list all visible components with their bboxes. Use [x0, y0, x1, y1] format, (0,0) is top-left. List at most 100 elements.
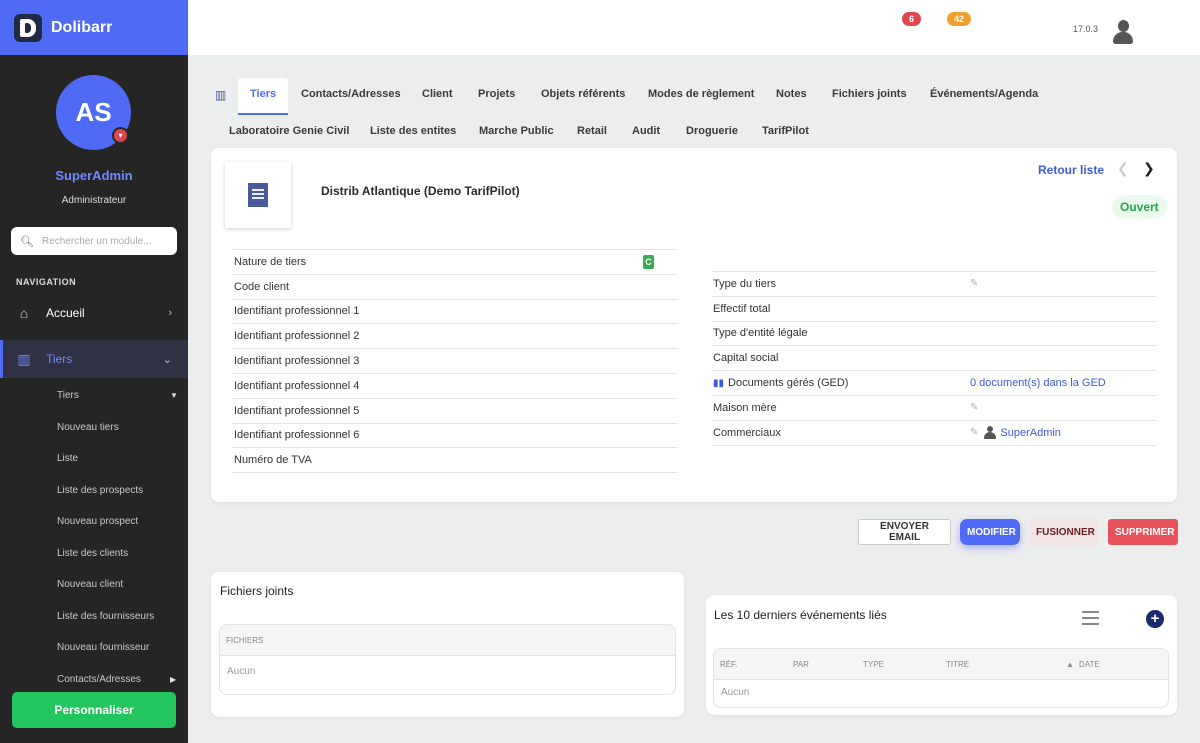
field-row: Numéro de TVA: [233, 448, 677, 474]
send-email-button[interactable]: ENVOYER EMAIL: [858, 519, 951, 545]
pencil-icon[interactable]: ✎: [970, 402, 978, 413]
user-avatar[interactable]: AS ▾: [56, 75, 131, 150]
user-name[interactable]: SuperAdmin: [0, 168, 188, 183]
table-header: FICHIERS: [220, 625, 675, 656]
field-label: Identifiant professionnel 5: [234, 404, 360, 417]
sort-asc-icon[interactable]: ▲: [1066, 660, 1074, 669]
ged-link[interactable]: 0 document(s) dans la GED: [970, 377, 1106, 389]
sidebar-sub-contacts[interactable]: Contacts/Adresses: [57, 674, 141, 685]
sidebar-sub-liste-prospects[interactable]: Liste des prospects: [57, 485, 143, 496]
customize-button[interactable]: Personnaliser: [12, 692, 176, 728]
sidebar-sub-nouveau-client[interactable]: Nouveau client: [57, 579, 123, 590]
empty-message: Aucun: [227, 666, 256, 677]
sidebar-item-label: Accueil: [46, 306, 85, 320]
caret-right-icon[interactable]: ▶: [170, 675, 176, 684]
thirdparty-card: Distrib Atlantique (Demo TarifPilot) Ret…: [211, 148, 1177, 502]
list-icon[interactable]: [1082, 611, 1099, 625]
column-header[interactable]: RÉF.: [720, 660, 737, 669]
sidebar-sub-nouveau-fournisseur[interactable]: Nouveau fournisseur: [57, 642, 149, 653]
field-row: Identifiant professionnel 3: [233, 349, 677, 374]
brand-header[interactable]: Dolibarr: [0, 0, 188, 55]
field-row: Effectif total: [712, 297, 1156, 322]
book-icon: ▮▮: [713, 378, 725, 390]
events-card: Les 10 derniers événements liés + RÉF. P…: [706, 595, 1177, 715]
tab-entites[interactable]: Liste des entites: [370, 125, 456, 137]
field-row: Nature de tiers C: [233, 250, 677, 275]
delete-button[interactable]: SUPPRIMER: [1108, 519, 1178, 545]
field-row: Commerciaux ✎ SuperAdmin: [712, 421, 1156, 446]
tab-client[interactable]: Client: [422, 88, 453, 100]
field-row: Identifiant professionnel 1: [233, 300, 677, 325]
column-header[interactable]: TYPE: [863, 660, 884, 669]
field-label: Commerciaux: [713, 426, 781, 439]
tab-laboratoire[interactable]: Laboratoire Genie Civil: [229, 125, 349, 137]
files-card: Fichiers joints FICHIERS Aucun: [211, 572, 684, 717]
sidebar-sub-tiers[interactable]: Tiers: [57, 390, 79, 401]
column-header[interactable]: PAR: [793, 660, 809, 669]
status-badge: Ouvert: [1112, 195, 1167, 219]
tab-notes[interactable]: Notes: [776, 88, 807, 100]
building-icon[interactable]: ▥: [215, 88, 226, 102]
tabs-row-1: ▥ Tiers Contacts/Adresses Client Projets…: [211, 78, 1111, 115]
modify-button[interactable]: MODIFIER: [960, 519, 1020, 545]
tab-agenda[interactable]: Événements/Agenda: [930, 88, 1038, 100]
chevron-left-icon[interactable]: ❮: [1117, 160, 1129, 177]
column-header[interactable]: DATE: [1079, 660, 1100, 669]
caret-down-icon[interactable]: ▼: [170, 391, 178, 400]
sidebar-sub-liste-clients[interactable]: Liste des clients: [57, 548, 128, 559]
tab-reglement[interactable]: Modes de règlement: [648, 88, 754, 100]
chevron-down-icon: ⌄: [162, 353, 172, 366]
empty-message: Aucun: [721, 687, 750, 698]
thirdparty-logo[interactable]: [225, 162, 291, 228]
add-event-icon[interactable]: +: [1146, 610, 1164, 628]
module-search-input[interactable]: [41, 235, 172, 247]
tab-projets[interactable]: Projets: [478, 88, 515, 100]
sidebar-sub-liste-fournisseurs[interactable]: Liste des fournisseurs: [57, 611, 154, 622]
module-search[interactable]: 🔍︎: [11, 227, 177, 255]
field-row: Type d'entité légale: [712, 322, 1156, 347]
tab-tarifpilot[interactable]: TarifPilot: [762, 125, 809, 137]
tab-fichiers[interactable]: Fichiers joints: [832, 88, 907, 100]
thirdparty-name: Distrib Atlantique (Demo TarifPilot): [321, 184, 520, 198]
pencil-icon[interactable]: ✎: [970, 278, 978, 289]
tab-audit[interactable]: Audit: [632, 125, 660, 137]
search-icon: 🔍︎: [20, 235, 34, 248]
sidebar-item-tiers[interactable]: ▥ Tiers ⌄: [0, 340, 188, 378]
field-row: Maison mère ✎: [712, 396, 1156, 421]
dolibarr-logo-icon: [14, 13, 42, 42]
field-label: Maison mère: [713, 401, 777, 414]
field-label: Nature de tiers: [234, 255, 307, 268]
tab-retail[interactable]: Retail: [577, 125, 607, 137]
merge-button[interactable]: FUSIONNER: [1029, 519, 1098, 545]
field-label: Identifiant professionnel 6: [234, 429, 360, 442]
table-header: RÉF. PAR TYPE TITRE ▲ DATE: [714, 649, 1168, 680]
notification-badge-orange[interactable]: 42: [947, 12, 972, 26]
events-table: RÉF. PAR TYPE TITRE ▲ DATE Aucun: [713, 648, 1169, 708]
top-bar: 6 42 17.0.3: [188, 0, 1200, 55]
user-menu-icon[interactable]: [1112, 20, 1134, 44]
tab-droguerie[interactable]: Droguerie: [686, 125, 738, 137]
building-icon: ▥: [17, 350, 31, 367]
sidebar-sub-nouveau-prospect[interactable]: Nouveau prospect: [57, 516, 138, 527]
sidebar-sub-liste[interactable]: Liste: [57, 453, 78, 464]
sidebar-sub-nouveau-tiers[interactable]: Nouveau tiers: [57, 422, 119, 433]
tab-tiers[interactable]: Tiers: [238, 78, 289, 115]
field-row: Identifiant professionnel 5: [233, 399, 677, 424]
building-icon: [248, 183, 268, 207]
tab-contacts[interactable]: Contacts/Adresses: [301, 88, 401, 100]
sidebar-item-accueil[interactable]: ⌂ Accueil ›: [0, 294, 188, 332]
pencil-icon[interactable]: ✎: [970, 427, 978, 438]
column-header: FICHIERS: [226, 636, 264, 645]
chevron-right-icon[interactable]: ❯: [1143, 160, 1155, 177]
chevron-right-icon: ›: [168, 307, 172, 319]
notification-badge-red[interactable]: 6: [902, 12, 922, 26]
sales-rep-link[interactable]: SuperAdmin: [1000, 427, 1061, 439]
field-row: Identifiant professionnel 6: [233, 424, 677, 449]
field-label: Identifiant professionnel 1: [234, 305, 360, 318]
tab-marche-public[interactable]: Marche Public: [479, 125, 554, 137]
field-row: Identifiant professionnel 2: [233, 324, 677, 350]
column-header[interactable]: TITRE: [946, 660, 969, 669]
tab-objets[interactable]: Objets référents: [541, 88, 625, 100]
chevron-down-icon[interactable]: ▾: [112, 127, 129, 144]
back-to-list-link[interactable]: Retour liste: [1038, 163, 1104, 177]
